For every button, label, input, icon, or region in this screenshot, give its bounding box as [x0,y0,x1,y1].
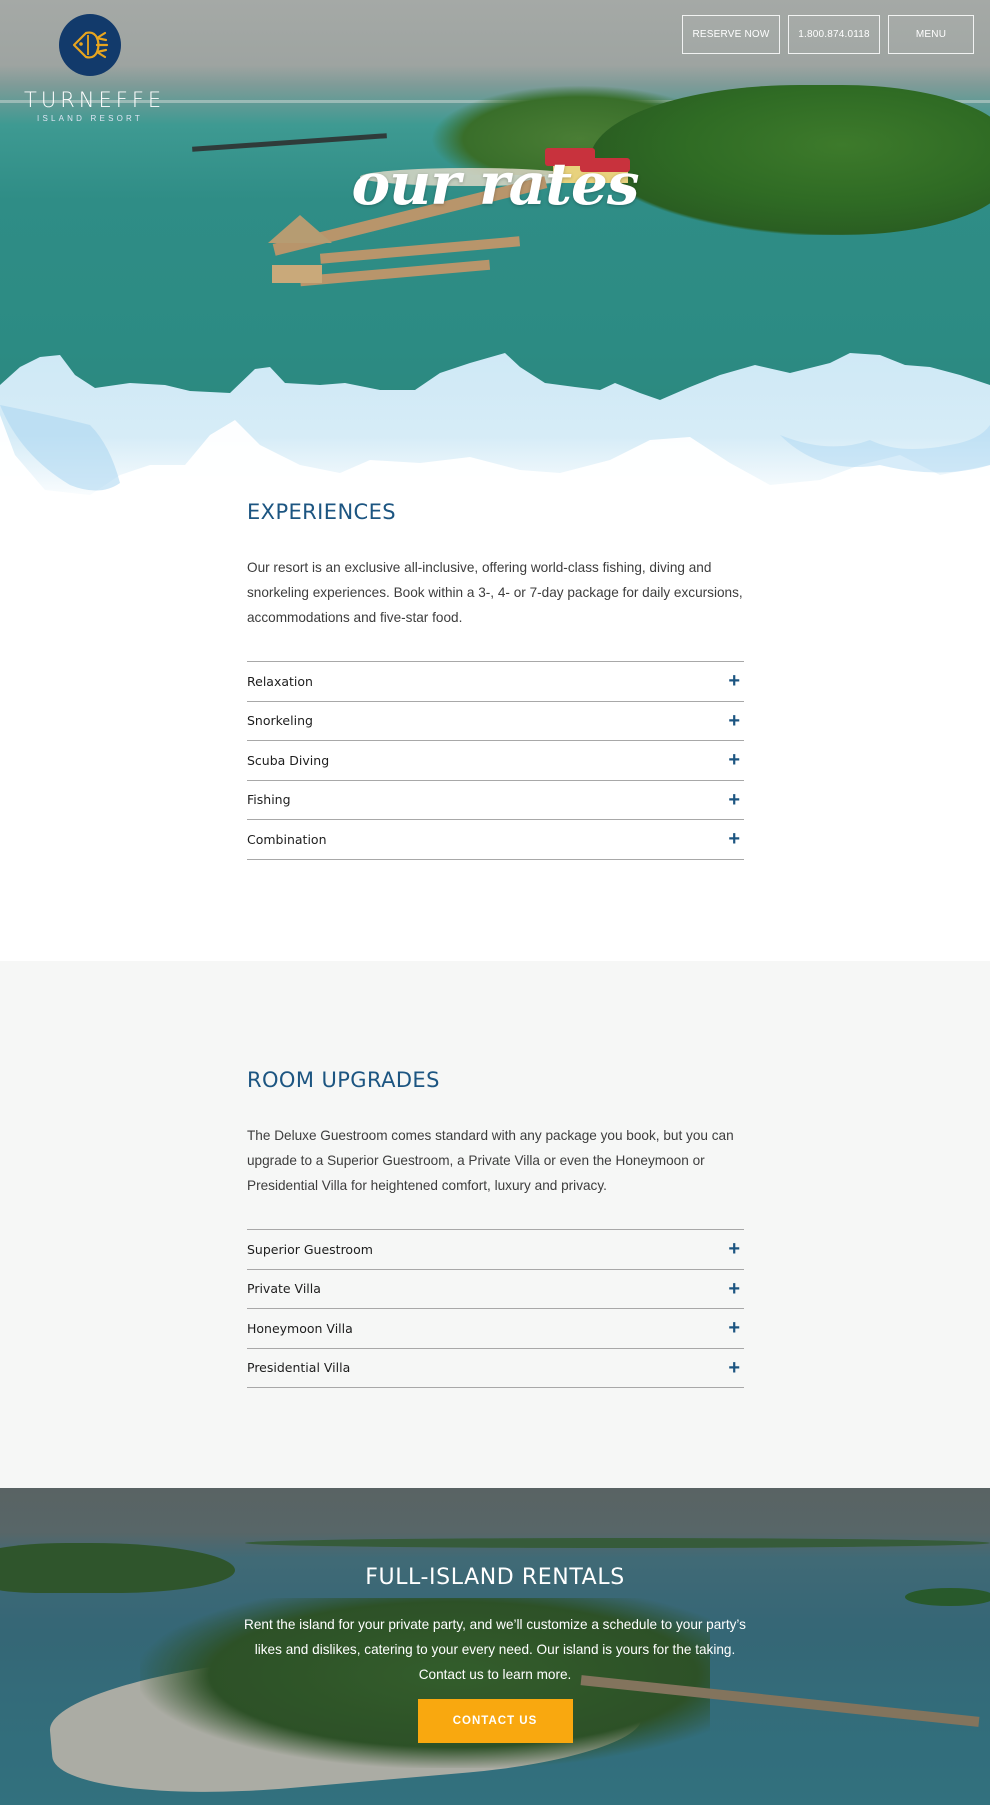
reserve-now-button[interactable]: RESERVE NOW [682,15,780,54]
accordion-item-label: Fishing [247,792,291,808]
hero-dock [319,236,521,264]
room-upgrades-heading: ROOM UPGRADES [247,1068,440,1092]
accordion-item-private-villa[interactable]: Private Villa + [247,1270,744,1309]
hero-dock [299,259,491,287]
plus-icon[interactable]: + [728,711,740,731]
plus-icon[interactable]: + [728,790,740,810]
plus-icon[interactable]: + [728,750,740,770]
full-island-rentals-section: FULL-ISLAND RENTALS Rent the island for … [0,1488,990,1805]
accordion-item-label: Combination [247,831,327,847]
accordion-item-relaxation[interactable]: Relaxation + [247,662,744,702]
experiences-heading: EXPERIENCES [247,500,397,524]
logo-badge [59,14,121,76]
plus-icon[interactable]: + [728,1279,740,1299]
hero-palapa [268,215,332,243]
phone-button[interactable]: 1.800.874.0118 [788,15,880,54]
accordion-item-presidential-villa[interactable]: Presidential Villa + [247,1349,744,1388]
logo-name: TURNEFFE [24,88,166,112]
menu-button[interactable]: MENU [888,15,974,54]
experiences-accordion: Relaxation + Snorkeling + Scuba Diving +… [247,661,744,860]
accordion-item-label: Private Villa [247,1281,321,1297]
room-upgrades-accordion: Superior Guestroom + Private Villa + Hon… [247,1229,744,1388]
accordion-item-combination[interactable]: Combination + [247,820,744,860]
accordion-item-label: Superior Guestroom [247,1241,373,1257]
accordion-item-label: Scuba Diving [247,752,330,768]
hero-breakwater [192,133,387,152]
plus-icon[interactable]: + [728,671,740,691]
accordion-item-honeymoon-villa[interactable]: Honeymoon Villa + [247,1309,744,1349]
hero-banner: TURNEFFE ISLAND RESORT RESERVE NOW 1.800… [0,0,990,500]
accordion-item-snorkeling[interactable]: Snorkeling + [247,702,744,741]
accordion-item-label: Snorkeling [247,713,313,729]
hero-palapa-base [272,265,322,283]
room-upgrades-description: The Deluxe Guestroom comes standard with… [247,1128,734,1193]
site-logo[interactable]: TURNEFFE ISLAND RESORT [24,14,166,123]
fish-icon [72,31,109,59]
plus-icon[interactable]: + [728,829,740,849]
plus-icon[interactable]: + [728,1239,740,1259]
accordion-item-label: Honeymoon Villa [247,1320,353,1336]
accordion-item-superior-guestroom[interactable]: Superior Guestroom + [247,1230,744,1270]
accordion-item-scuba-diving[interactable]: Scuba Diving + [247,741,744,781]
logo-tagline: ISLAND RESORT [37,114,143,123]
accordion-item-label: Relaxation [247,673,313,689]
contact-us-button[interactable]: CONTACT US [417,1699,573,1743]
page-title: our rates [351,150,639,218]
plus-icon[interactable]: + [728,1318,740,1338]
rentals-description: Rent the island for your private party, … [244,1617,746,1682]
rentals-content: FULL-ISLAND RENTALS Rent the island for … [0,1488,990,1743]
watercolor-divider [0,345,990,500]
rentals-heading: FULL-ISLAND RENTALS [365,1565,625,1590]
experiences-description: Our resort is an exclusive all-inclusive… [247,560,743,625]
top-nav: RESERVE NOW 1.800.874.0118 MENU [682,15,974,54]
plus-icon[interactable]: + [728,1358,740,1378]
accordion-item-label: Presidential Villa [247,1360,351,1376]
accordion-item-fishing[interactable]: Fishing + [247,781,744,820]
room-upgrades-section: ROOM UPGRADES The Deluxe Guestroom comes… [0,961,990,1488]
experiences-section: EXPERIENCES Our resort is an exclusive a… [0,500,990,961]
